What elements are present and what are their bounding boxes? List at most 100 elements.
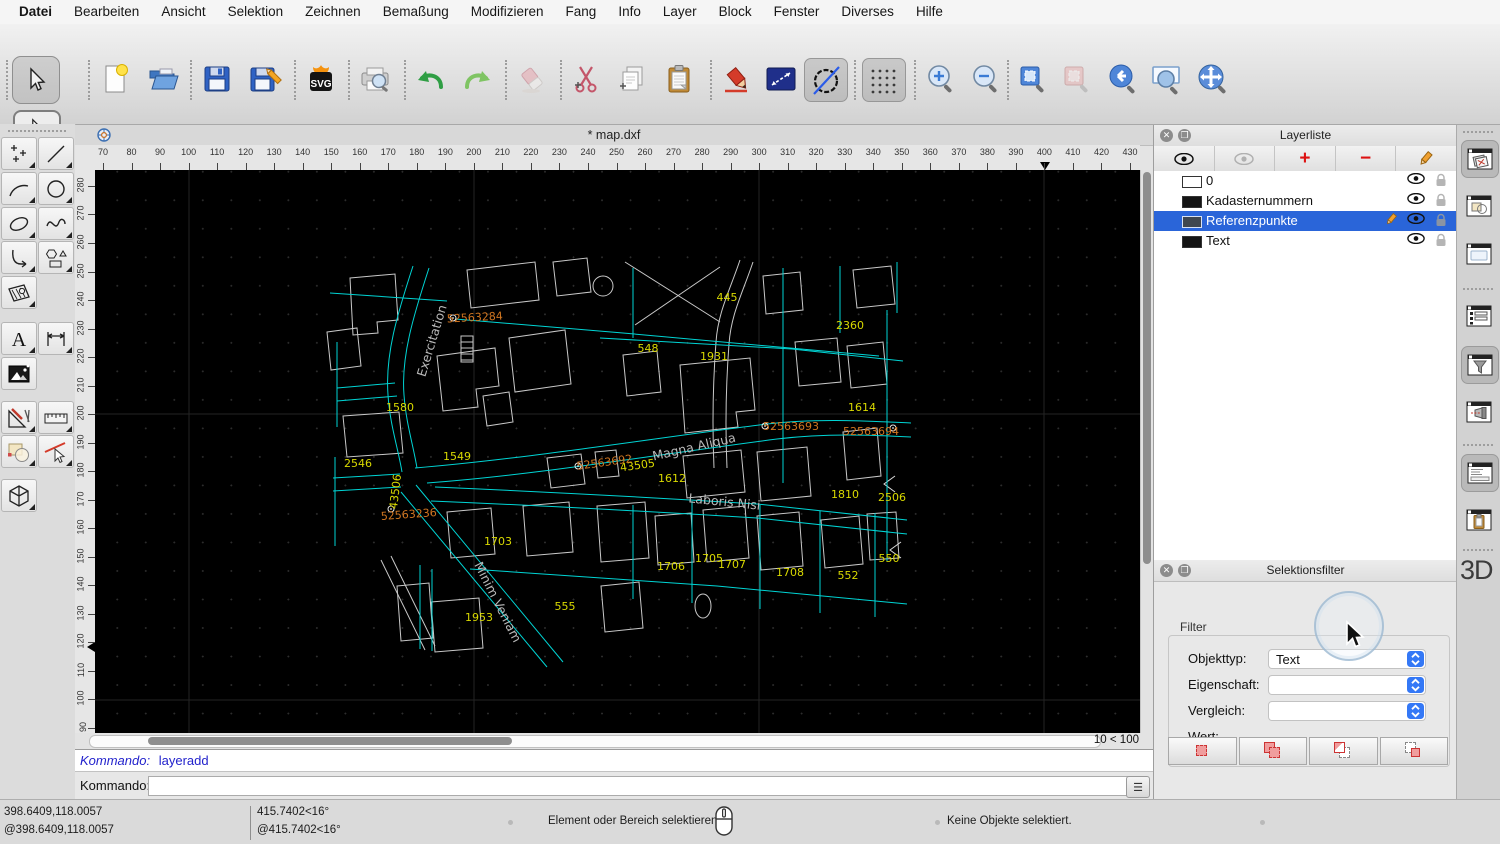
drawing-canvas[interactable]: 445 2360 548 1931 1614 1580 1549 2546 43505 1612 1… [95, 170, 1140, 733]
erase-button[interactable] [511, 58, 553, 100]
circle-tools-button[interactable] [38, 172, 74, 205]
palette-drag-handle[interactable] [8, 130, 66, 132]
menu-datei[interactable]: Datei [8, 0, 63, 24]
menu-modifizieren[interactable]: Modifizieren [460, 0, 555, 24]
zoom-previous-button[interactable] [1102, 58, 1144, 100]
filter-dropdown-eigenschaft[interactable] [1268, 675, 1426, 695]
menu-fang[interactable]: Fang [555, 0, 608, 24]
select-tool-button[interactable] [12, 56, 60, 104]
properties-panel-toggle[interactable] [1461, 236, 1497, 272]
menu-bearbeiten[interactable]: Bearbeiten [63, 0, 150, 24]
image-tool-button[interactable] [1, 357, 37, 390]
dimension-tools-button[interactable] [38, 322, 74, 355]
text-tool-button[interactable]: A [1, 322, 37, 355]
command-options-button[interactable]: ☰ [1126, 776, 1150, 798]
library-browser-toggle[interactable] [1461, 298, 1497, 334]
show-all-layers-button[interactable] [1154, 146, 1215, 171]
layer-visibility-eye-icon[interactable] [1407, 193, 1425, 204]
layer-row-referenzpunkte[interactable]: Referenzpunkte [1154, 211, 1457, 231]
selection-filter-panel-toggle[interactable] [1461, 346, 1499, 384]
toolbar-drag-handle[interactable] [6, 60, 8, 100]
new-file-button[interactable] [94, 58, 136, 100]
add-layer-button[interactable]: + [1275, 146, 1336, 171]
save-button[interactable] [196, 58, 238, 100]
measure-tools-button[interactable] [38, 401, 74, 434]
arc-tools-button[interactable] [1, 172, 37, 205]
menu-bemaßung[interactable]: Bemaßung [372, 0, 460, 24]
layer-panel-toggle[interactable] [1461, 140, 1499, 178]
command-line-panel-toggle[interactable] [1461, 454, 1499, 492]
vertical-scrollbar-thumb[interactable] [1143, 172, 1151, 564]
find-replace-panel-toggle[interactable] [1461, 394, 1497, 430]
clipboard-panel-toggle[interactable] [1461, 502, 1497, 538]
menu-selektion[interactable]: Selektion [217, 0, 295, 24]
filter-dropdown-vergleich[interactable] [1268, 701, 1426, 721]
menu-layer[interactable]: Layer [652, 0, 708, 24]
menu-diverses[interactable]: Diverses [830, 0, 905, 24]
layer-color-swatch[interactable] [1182, 216, 1202, 228]
hatch-tool-button[interactable] [1, 276, 37, 309]
hide-all-layers-button[interactable] [1215, 146, 1276, 171]
undo-button[interactable] [410, 58, 452, 100]
layer-color-swatch[interactable] [1182, 176, 1202, 188]
point-tools-button[interactable] [1, 137, 37, 170]
layer-lock-icon[interactable] [1435, 213, 1447, 227]
redo-button[interactable] [456, 58, 498, 100]
menu-fenster[interactable]: Fenster [763, 0, 831, 24]
layer-lock-icon[interactable] [1435, 173, 1447, 187]
layer-row-0[interactable]: 0 [1154, 171, 1457, 191]
horizontal-scrollbar[interactable] [89, 735, 1101, 748]
cut-button[interactable] [566, 58, 608, 100]
zoom-selection-button[interactable] [1056, 58, 1098, 100]
svg-export-button[interactable]: SVG [300, 58, 342, 100]
menu-hilfe[interactable]: Hilfe [905, 0, 954, 24]
zoom-in-button[interactable] [920, 58, 962, 100]
menu-zeichnen[interactable]: Zeichnen [294, 0, 372, 24]
dock-drag-handle[interactable] [1463, 131, 1493, 133]
layer-row-text[interactable]: Text [1154, 231, 1457, 251]
horizontal-scrollbar-thumb[interactable] [148, 737, 512, 745]
draft-mode-button[interactable] [804, 58, 848, 102]
layer-visibility-eye-icon[interactable] [1407, 213, 1425, 224]
layer-color-swatch[interactable] [1182, 236, 1202, 248]
save-as-button[interactable] [244, 58, 286, 100]
line-tools-button[interactable] [38, 137, 74, 170]
dimension-mode-button[interactable] [760, 58, 802, 100]
zoom-window-button[interactable] [1146, 58, 1188, 100]
open-file-button[interactable] [142, 58, 184, 100]
zoom-auto-button[interactable] [1012, 58, 1054, 100]
add-to-selection-button[interactable] [1238, 737, 1307, 765]
polyline-tools-button[interactable] [1, 241, 37, 274]
spline-tools-button[interactable] [38, 207, 74, 240]
menu-block[interactable]: Block [708, 0, 763, 24]
paste-button[interactable] [658, 58, 700, 100]
remove-layer-button[interactable]: − [1336, 146, 1397, 171]
layer-row-kadasternummern[interactable]: Kadasternummern [1154, 191, 1457, 211]
layer-lock-icon[interactable] [1435, 233, 1447, 247]
menu-info[interactable]: Info [607, 0, 652, 24]
layer-visibility-eye-icon[interactable] [1407, 233, 1425, 244]
solid-3d-tools-button[interactable] [1, 479, 37, 512]
misc-draw-tools-button[interactable] [1, 401, 37, 434]
grid-toggle-button[interactable] [862, 58, 906, 102]
edit-layer-icon[interactable] [1384, 213, 1399, 226]
menu-ansicht[interactable]: Ansicht [150, 0, 216, 24]
edit-layer-button[interactable] [1396, 146, 1457, 171]
layer-color-swatch[interactable] [1182, 196, 1202, 208]
draw-mode-button[interactable] [716, 58, 758, 100]
layer-visibility-eye-icon[interactable] [1407, 173, 1425, 184]
shape-tools-button[interactable] [38, 241, 74, 274]
ellipse-tools-button[interactable] [1, 207, 37, 240]
modify-tools-button[interactable] [1, 435, 37, 468]
snap-edit-tool-button[interactable] [38, 435, 74, 468]
intersect-selection-button[interactable] [1379, 737, 1448, 765]
zoom-out-button[interactable] [965, 58, 1007, 100]
copy-button[interactable] [612, 58, 654, 100]
vertical-scrollbar[interactable] [1140, 170, 1154, 733]
print-preview-button[interactable] [354, 58, 396, 100]
remove-from-selection-button[interactable] [1309, 737, 1378, 765]
command-input[interactable] [148, 776, 1131, 796]
layer-lock-icon[interactable] [1435, 193, 1447, 207]
select-matching-button[interactable] [1168, 737, 1237, 765]
block-panel-toggle[interactable] [1461, 188, 1497, 224]
